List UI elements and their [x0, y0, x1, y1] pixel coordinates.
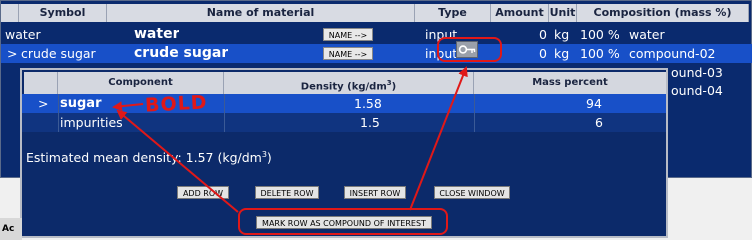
taskbar-item[interactable]: Ac — [0, 218, 22, 240]
annotation-arrows — [112, 66, 468, 213]
